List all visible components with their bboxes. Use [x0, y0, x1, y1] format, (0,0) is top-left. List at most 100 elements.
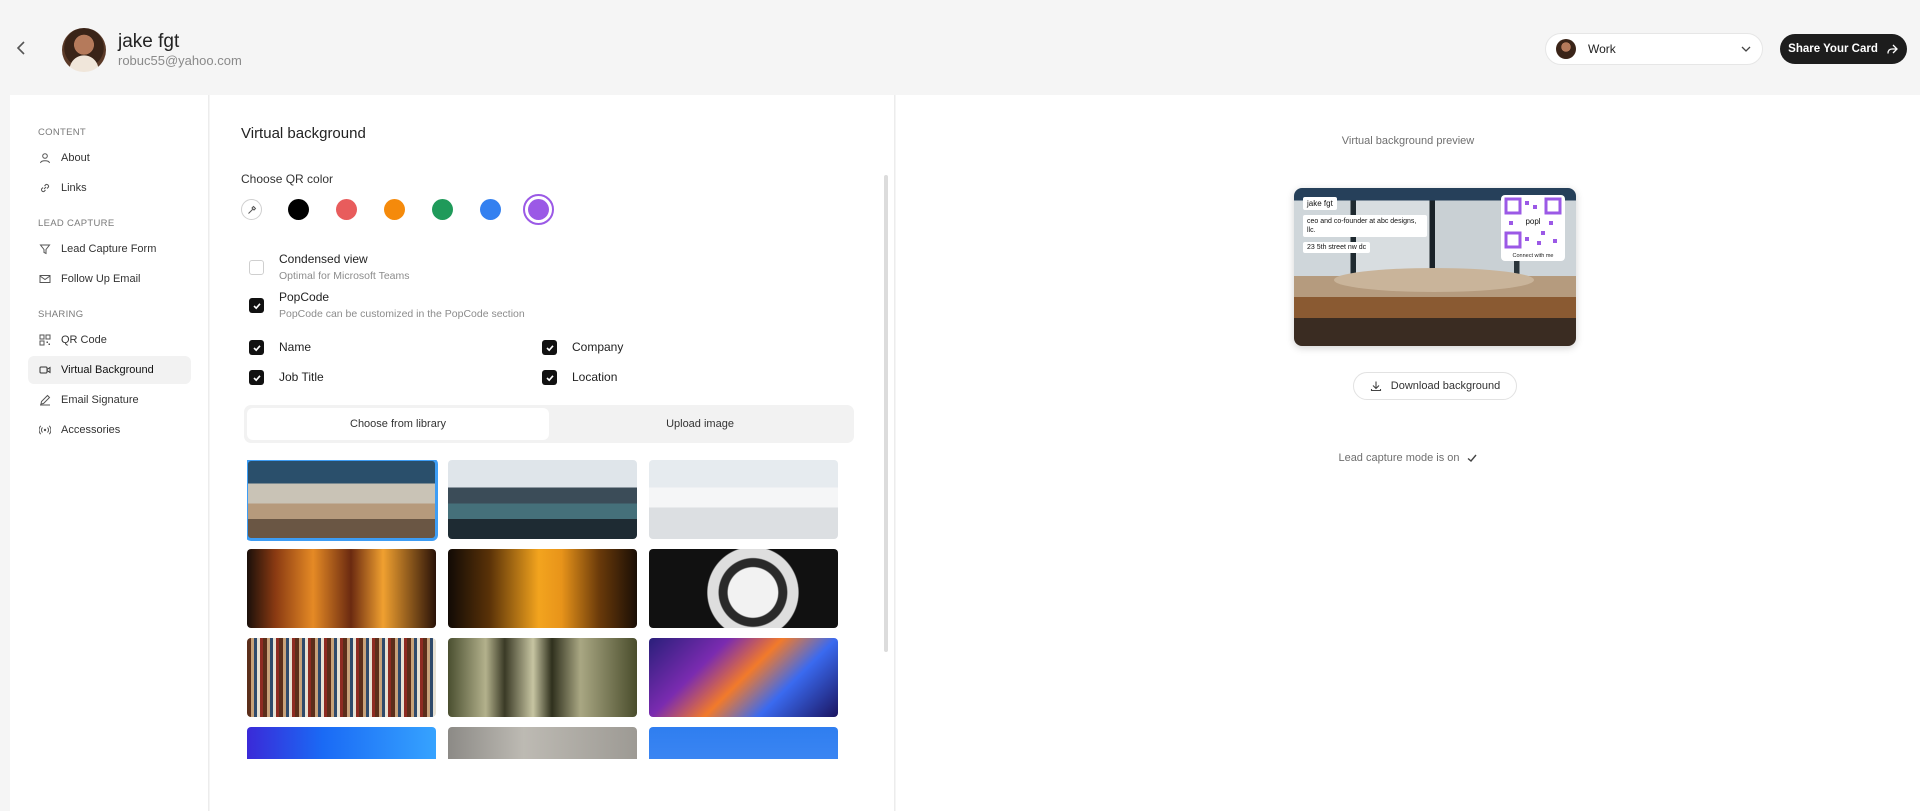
download-background-label: Download background: [1390, 380, 1501, 392]
preview-qr-caption: Connect with me: [1512, 253, 1554, 259]
download-background-button[interactable]: Download background: [1353, 372, 1517, 400]
sidebar-item-about[interactable]: About: [28, 144, 191, 172]
preview-card-location: 23 5th street nw dc: [1303, 242, 1371, 253]
background-thumb-forest[interactable]: [448, 638, 637, 717]
tab-upload-image[interactable]: Upload image: [549, 408, 851, 440]
sidebar-item-lead-capture-form[interactable]: Lead Capture Form: [28, 235, 191, 263]
job-title-checkbox[interactable]: [249, 370, 264, 385]
condensed-view-checkbox[interactable]: [249, 260, 264, 275]
sidebar-item-label: Email Signature: [61, 394, 139, 406]
image-source-tabs: Choose from library Upload image: [244, 405, 854, 443]
broadcast-icon: [39, 425, 51, 435]
card-avatar: [1556, 39, 1576, 59]
sidebar: CONTENT About Links LEAD CAPTURE Lead Ca…: [10, 95, 209, 811]
section-label-content: CONTENT: [38, 127, 87, 138]
name-label: Name: [279, 340, 312, 354]
qr-code-graphic: popl: [1504, 197, 1562, 249]
download-icon: [1370, 381, 1381, 392]
qr-code-icon: [39, 334, 51, 346]
preview-card-name: jake fgt: [1303, 197, 1337, 210]
color-picker-button[interactable]: [241, 199, 262, 220]
video-icon: [39, 366, 51, 374]
check-icon: [545, 374, 554, 381]
sidebar-item-label: Accessories: [61, 424, 121, 436]
preview-qr-code: popl Connect with me: [1501, 195, 1565, 261]
chevron-down-icon: [1741, 46, 1751, 52]
preview-table: [1334, 268, 1534, 292]
color-swatch-black[interactable]: [288, 199, 309, 220]
header: jake fgt robuc55@yahoo.com Work Share Yo…: [0, 0, 1920, 95]
background-thumb-snowy-road[interactable]: [649, 460, 838, 539]
company-checkbox[interactable]: [542, 340, 557, 355]
card-select-dropdown[interactable]: Work: [1545, 33, 1763, 65]
share-card-label: Share Your Card: [1788, 43, 1878, 55]
tab-choose-from-library[interactable]: Choose from library: [247, 408, 549, 440]
page-title: Virtual background: [241, 125, 366, 142]
qr-logo: popl: [1525, 217, 1540, 226]
check-icon: [545, 344, 554, 351]
check-icon: [1467, 454, 1477, 462]
sidebar-item-follow-up-email[interactable]: Follow Up Email: [28, 265, 191, 293]
sidebar-item-label: About: [61, 152, 90, 164]
check-icon: [252, 302, 261, 309]
qr-color-label: Choose QR color: [241, 172, 334, 186]
color-swatch-blue[interactable]: [480, 199, 501, 220]
sidebar-item-label: Lead Capture Form: [61, 243, 157, 255]
name-checkbox[interactable]: [249, 340, 264, 355]
user-name: jake fgt: [118, 31, 180, 52]
lead-capture-status-text: Lead capture mode is on: [1338, 452, 1460, 464]
background-thumb-conference-room[interactable]: [247, 460, 438, 541]
condensed-view-label: Condensed view: [279, 252, 368, 266]
preview-panel: Virtual background preview jake fgt ceo …: [896, 95, 1920, 811]
user-email: robuc55@yahoo.com: [118, 53, 242, 68]
popcode-subtitle: PopCode can be customized in the PopCode…: [279, 308, 525, 320]
background-thumb-camera-lens[interactable]: [649, 549, 838, 628]
color-swatch-purple[interactable]: [528, 199, 549, 220]
preview-label: Virtual background preview: [1341, 135, 1475, 147]
company-label: Company: [572, 340, 624, 354]
job-title-label: Job Title: [279, 370, 324, 384]
eyedropper-icon: [247, 205, 256, 214]
card-select-label: Work: [1588, 42, 1616, 56]
background-thumb-blue-gradient[interactable]: [247, 727, 436, 759]
share-icon: [1887, 44, 1898, 54]
background-thumb-bookshelf[interactable]: [247, 638, 436, 717]
background-thumb-amber-light[interactable]: [448, 549, 637, 628]
color-swatch-orange[interactable]: [384, 199, 405, 220]
settings-panel: Virtual background Choose QR color Conde…: [210, 95, 895, 811]
sidebar-item-label: QR Code: [61, 334, 107, 346]
sidebar-item-links[interactable]: Links: [28, 174, 191, 202]
color-swatch-green[interactable]: [432, 199, 453, 220]
mail-icon: [39, 275, 51, 283]
location-label: Location: [572, 370, 618, 384]
background-thumb-concrete[interactable]: [448, 727, 637, 759]
sidebar-item-virtual-background[interactable]: Virtual Background: [28, 356, 191, 384]
sidebar-item-accessories[interactable]: Accessories: [28, 416, 191, 444]
back-arrow-icon[interactable]: [14, 40, 30, 56]
popcode-label: PopCode: [279, 290, 330, 304]
filter-icon: [39, 244, 51, 255]
background-thumb-warship[interactable]: [448, 460, 637, 539]
color-swatch-red[interactable]: [336, 199, 357, 220]
avatar: [62, 28, 106, 72]
background-thumb-orange-blur[interactable]: [247, 549, 436, 628]
background-thumb-blue-shape[interactable]: [649, 727, 838, 759]
background-library-grid: [247, 460, 857, 759]
background-thumb-abstract-gradient[interactable]: [649, 638, 838, 717]
panel-scrollbar[interactable]: [884, 175, 888, 652]
share-card-button[interactable]: Share Your Card: [1780, 34, 1907, 64]
sidebar-item-qr-code[interactable]: QR Code: [28, 326, 191, 354]
sidebar-item-email-signature[interactable]: Email Signature: [28, 386, 191, 414]
section-label-lead-capture: LEAD CAPTURE: [38, 218, 115, 229]
preview-card-title: ceo and co-founder at abc designs, llc.: [1303, 215, 1427, 238]
sidebar-item-label: Links: [61, 182, 87, 194]
popcode-checkbox[interactable]: [249, 298, 264, 313]
section-label-sharing: SHARING: [38, 309, 84, 320]
sidebar-item-label: Follow Up Email: [61, 273, 141, 285]
link-icon: [40, 183, 50, 193]
lead-capture-status: Lead capture mode is on: [896, 452, 1920, 464]
user-icon: [40, 153, 50, 164]
condensed-view-subtitle: Optimal for Microsoft Teams: [279, 270, 410, 282]
check-icon: [252, 344, 261, 351]
location-checkbox[interactable]: [542, 370, 557, 385]
